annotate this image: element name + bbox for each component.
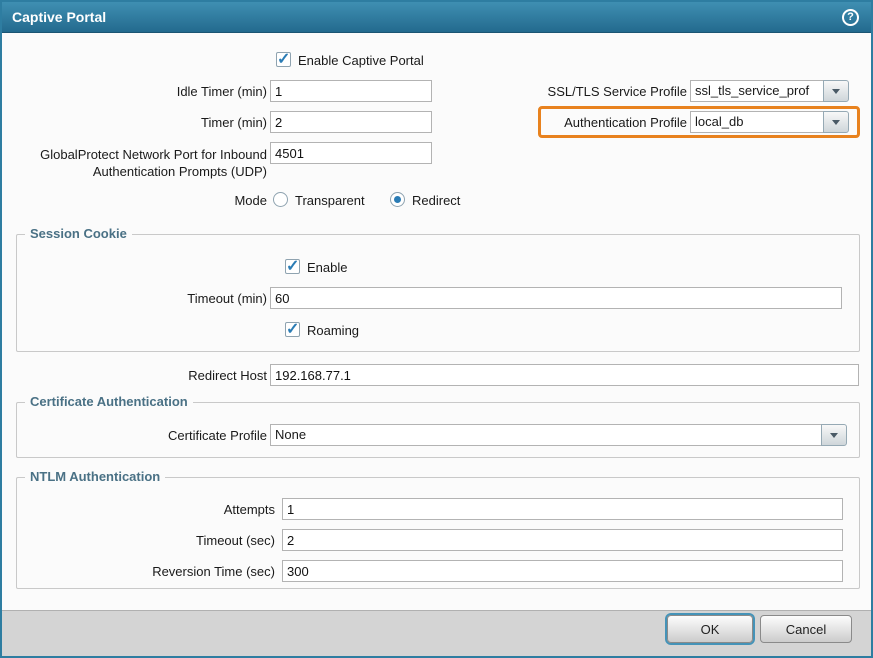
captive-portal-dialog: Captive Portal ? Enable Captive Portal I… <box>0 0 873 658</box>
ssl-tls-dropdown-button[interactable] <box>823 80 849 102</box>
ntlm-timeout-input[interactable] <box>282 529 843 551</box>
ok-button[interactable]: OK <box>667 615 753 643</box>
dialog-title: Captive Portal <box>12 9 107 25</box>
session-cookie-enable-label: Enable <box>307 260 348 275</box>
idle-timer-input[interactable] <box>270 80 432 102</box>
mode-label: Mode <box>234 193 267 208</box>
timer-label: Timer (min) <box>201 115 267 130</box>
cancel-button[interactable]: Cancel <box>760 615 852 643</box>
ntlm-timeout-label: Timeout (sec) <box>196 533 275 548</box>
mode-transparent-radio[interactable] <box>273 192 288 207</box>
ntlm-attempts-label: Attempts <box>223 502 275 517</box>
mode-redirect-label: Redirect <box>412 193 461 208</box>
session-cookie-timeout-input[interactable] <box>270 287 842 309</box>
ntlm-reversion-label: Reversion Time (sec) <box>152 564 275 579</box>
chevron-down-icon <box>832 119 840 125</box>
certificate-profile-value[interactable]: None <box>270 424 822 446</box>
session-cookie-legend: Session Cookie <box>25 226 132 241</box>
enable-captive-portal-checkbox[interactable] <box>276 49 291 69</box>
session-cookie-timeout-label: Timeout (min) <box>187 291 267 306</box>
timer-input[interactable] <box>270 111 432 133</box>
auth-profile-label: Authentication Profile <box>564 115 687 130</box>
ntlm-reversion-input[interactable] <box>282 560 843 582</box>
auth-profile-dropdown[interactable]: local_db <box>690 111 849 133</box>
mode-transparent-label: Transparent <box>295 193 365 208</box>
ntlm-auth-legend: NTLM Authentication <box>25 469 166 484</box>
certificate-auth-legend: Certificate Authentication <box>25 394 193 409</box>
ntlm-attempts-input[interactable] <box>282 498 843 520</box>
gp-port-input[interactable] <box>270 142 432 164</box>
auth-profile-dropdown-button[interactable] <box>823 111 849 133</box>
ssl-tls-profile-value[interactable]: ssl_tls_service_prof <box>690 80 824 102</box>
idle-timer-label: Idle Timer (min) <box>176 84 267 99</box>
session-cookie-enable-checkbox[interactable] <box>285 256 300 276</box>
gp-port-label: GlobalProtect Network Port for Inbound A… <box>40 147 267 179</box>
chevron-down-icon <box>830 432 838 438</box>
roaming-checkbox[interactable] <box>285 319 300 339</box>
help-icon[interactable]: ? <box>842 9 859 26</box>
ssl-tls-profile-label: SSL/TLS Service Profile <box>547 84 687 99</box>
dialog-titlebar: Captive Portal ? <box>2 2 871 33</box>
certificate-profile-dropdown-button[interactable] <box>821 424 847 446</box>
chevron-down-icon <box>832 88 840 94</box>
mode-redirect-radio[interactable] <box>390 192 405 207</box>
certificate-profile-label: Certificate Profile <box>168 428 267 443</box>
redirect-host-input[interactable] <box>270 364 859 386</box>
ssl-tls-profile-dropdown[interactable]: ssl_tls_service_prof <box>690 80 849 102</box>
enable-captive-portal-label: Enable Captive Portal <box>298 53 424 68</box>
auth-profile-value[interactable]: local_db <box>690 111 824 133</box>
redirect-host-label: Redirect Host <box>188 368 267 383</box>
roaming-label: Roaming <box>307 323 360 338</box>
certificate-profile-dropdown[interactable]: None <box>270 424 847 446</box>
